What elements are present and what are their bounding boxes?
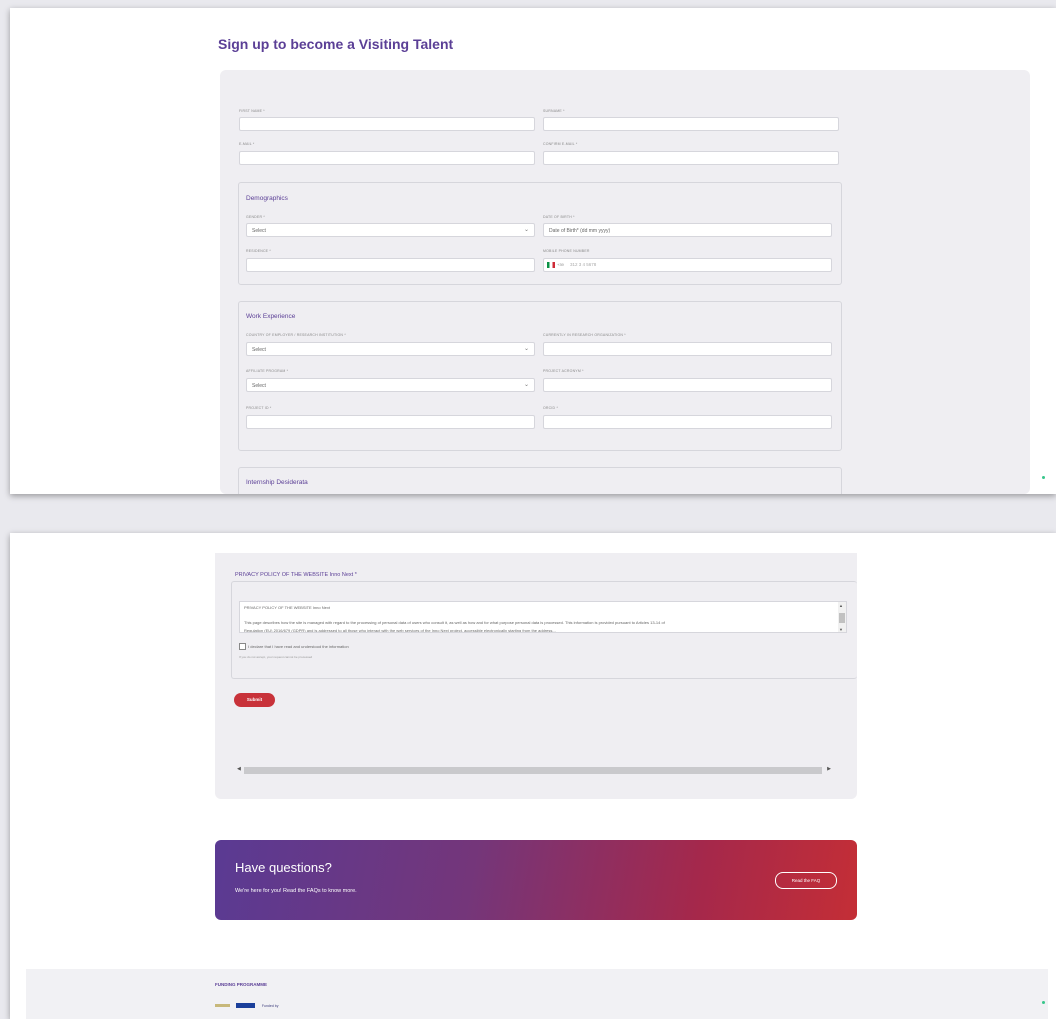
orcid-input[interactable] bbox=[543, 415, 832, 429]
logo-text: Funded by bbox=[261, 1003, 279, 1008]
chevron-down-icon: ⌄ bbox=[523, 227, 529, 233]
residence-label: RESIDENCE * bbox=[246, 249, 271, 253]
faq-banner: Have questions? We're here for you! Read… bbox=[215, 840, 857, 920]
phone-label: MOBILE PHONE NUMBER bbox=[543, 249, 590, 253]
dob-placeholder: Date of Birth* (dd mm yyyy) bbox=[549, 228, 611, 234]
affiliate-program-label: AFFILIATE PROGRAM * bbox=[246, 369, 289, 373]
funding-label: FUNDING PROGRAMME bbox=[215, 982, 267, 987]
country-employer-select[interactable]: Select ⌄ bbox=[246, 342, 535, 356]
project-acronym-input[interactable] bbox=[543, 378, 832, 392]
privacy-text-line2: Regulation (EU) 2016/679 (GDPR) and is a… bbox=[244, 628, 556, 633]
logo-icon bbox=[215, 1004, 230, 1008]
email-input[interactable] bbox=[239, 151, 535, 165]
privacy-box-title: PRIVACY POLICY OF THE WEBSITE Inno Next bbox=[244, 605, 330, 610]
signup-form-card: FIRST NAME * SURNAME * E-MAIL * CONFIRM … bbox=[220, 70, 1030, 494]
privacy-note: If you do not accept, your request canno… bbox=[239, 655, 313, 659]
affiliate-program-value: Select bbox=[252, 383, 266, 389]
surname-input[interactable] bbox=[543, 117, 839, 131]
country-employer-label: COUNTRY OF EMPLOYER / RESEARCH INSTITUTI… bbox=[246, 333, 346, 337]
banner-subtext: We're here for you! Read the FAQs to kno… bbox=[235, 888, 357, 894]
first-name-label: FIRST NAME * bbox=[239, 109, 265, 113]
project-id-input[interactable] bbox=[246, 415, 535, 429]
page-title: Sign up to become a Visiting Talent bbox=[218, 36, 454, 52]
phone-input[interactable]: +39 312 3 4 5678 bbox=[543, 258, 832, 272]
form-top-screenshot: Sign up to become a Visiting Talent FIRS… bbox=[10, 8, 1056, 494]
scroll-thumb[interactable] bbox=[839, 613, 845, 623]
work-experience-title: Work Experience bbox=[246, 313, 296, 320]
privacy-title: PRIVACY POLICY OF THE WEBSITE Inno Next … bbox=[235, 572, 357, 578]
funding-logos: Funded by bbox=[215, 997, 278, 1015]
privacy-checkbox-label: I declare that I have read and understoo… bbox=[248, 644, 349, 649]
gender-value: Select bbox=[252, 228, 266, 234]
confirm-email-input[interactable] bbox=[543, 151, 839, 165]
project-acronym-label: PROJECT ACRONYM * bbox=[543, 369, 584, 373]
horizontal-scroll-thumb[interactable] bbox=[244, 767, 822, 774]
privacy-text-line1: This page describes how the site is mana… bbox=[244, 620, 665, 625]
scroll-up-icon[interactable]: ▲ bbox=[839, 603, 843, 608]
phone-placeholder: 312 3 4 5678 bbox=[570, 262, 597, 267]
status-dot-icon bbox=[1042, 1001, 1045, 1004]
dob-input[interactable]: Date of Birth* (dd mm yyyy) bbox=[543, 223, 832, 237]
chevron-down-icon: ⌄ bbox=[523, 382, 529, 388]
form-bottom-screenshot: PRIVACY POLICY OF THE WEBSITE Inno Next … bbox=[10, 533, 1056, 1019]
banner-heading: Have questions? bbox=[235, 860, 332, 875]
confirm-email-label: CONFIRM E-MAIL * bbox=[543, 142, 578, 146]
research-org-label: CURRENTLY IN RESEARCH ORGANIZATION * bbox=[543, 333, 626, 337]
affiliate-program-select[interactable]: Select ⌄ bbox=[246, 378, 535, 392]
orcid-label: ORCID * bbox=[543, 406, 559, 410]
email-label: E-MAIL * bbox=[239, 142, 255, 146]
eu-logo-icon bbox=[236, 1003, 256, 1009]
country-employer-value: Select bbox=[252, 347, 266, 353]
privacy-scrollbar[interactable]: ▲ ▼ bbox=[838, 602, 846, 632]
gender-label: GENDER * bbox=[246, 215, 265, 219]
country-code: +39 bbox=[557, 262, 564, 267]
status-dot-icon bbox=[1042, 476, 1045, 479]
scroll-down-icon[interactable]: ▼ bbox=[839, 627, 843, 632]
horizontal-scrollbar[interactable]: ◀ ▶ bbox=[237, 765, 831, 775]
privacy-checkbox[interactable] bbox=[239, 643, 246, 650]
privacy-policy-box[interactable]: PRIVACY POLICY OF THE WEBSITE Inno Next … bbox=[239, 601, 847, 633]
work-experience-section: Work Experience COUNTRY OF EMPLOYER / RE… bbox=[238, 301, 842, 451]
chevron-down-icon: ⌄ bbox=[523, 346, 529, 352]
italy-flag-icon[interactable] bbox=[547, 262, 555, 268]
footer: FUNDING PROGRAMME Funded by bbox=[26, 969, 1048, 1019]
privacy-card: PRIVACY POLICY OF THE WEBSITE Inno Next … bbox=[215, 553, 857, 799]
gender-select[interactable]: Select ⌄ bbox=[246, 223, 535, 237]
internship-section: Internship Desiderata bbox=[238, 467, 842, 494]
residence-input[interactable] bbox=[246, 258, 535, 272]
demographics-section: Demographics GENDER * Select ⌄ DATE OF B… bbox=[238, 182, 842, 285]
privacy-section: PRIVACY POLICY OF THE WEBSITE Inno Next … bbox=[231, 581, 857, 679]
internship-title: Internship Desiderata bbox=[246, 479, 308, 486]
research-org-input[interactable] bbox=[543, 342, 832, 356]
read-faq-button[interactable]: Read the FAQ bbox=[775, 872, 837, 889]
dob-label: DATE OF BIRTH * bbox=[543, 215, 575, 219]
surname-label: SURNAME * bbox=[543, 109, 565, 113]
demographics-title: Demographics bbox=[246, 195, 288, 202]
first-name-input[interactable] bbox=[239, 117, 535, 131]
scroll-left-icon[interactable]: ◀ bbox=[237, 766, 241, 772]
project-id-label: PROJECT ID * bbox=[246, 406, 272, 410]
submit-button[interactable]: Submit bbox=[234, 693, 275, 707]
scroll-right-icon[interactable]: ▶ bbox=[827, 766, 831, 772]
